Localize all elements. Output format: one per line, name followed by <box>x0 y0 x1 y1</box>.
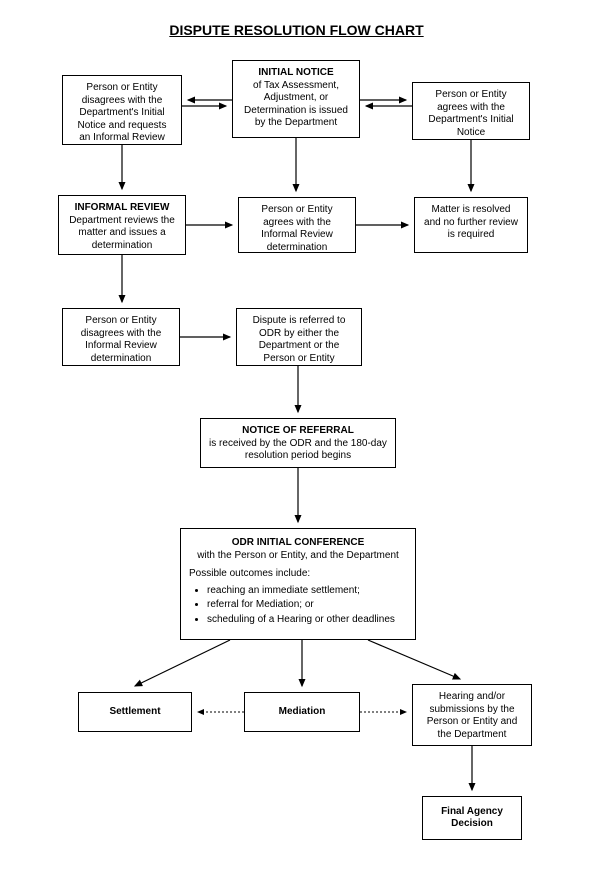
box-disagree-initial: Person or Entity disagrees with the Depa… <box>62 75 182 145</box>
box-hearing: Hearing and/or submissions by the Person… <box>412 684 532 746</box>
box-initial-notice: INITIAL NOTICE of Tax Assessment, Adjust… <box>232 60 360 138</box>
chart-title: DISPUTE RESOLUTION FLOW CHART <box>0 22 593 38</box>
odr-conf-bullets: reaching an immediate settlement;referra… <box>189 585 407 627</box>
box-odr-initial-conference: ODR INITIAL CONFERENCE with the Person o… <box>180 528 416 640</box>
box-mediation: Mediation <box>244 692 360 732</box>
odr-conf-bullet: referral for Mediation; or <box>207 599 407 612</box>
box-agree-initial: Person or Entity agrees with the Departm… <box>412 82 530 140</box>
box-agree-informal: Person or Entity agrees with the Informa… <box>238 197 356 253</box>
box-disagree-informal: Person or Entity disagrees with the Info… <box>62 308 180 366</box>
box-notice-referral: NOTICE OF REFERRAL is received by the OD… <box>200 418 396 468</box>
box-final-agency-decision: Final Agency Decision <box>422 796 522 840</box>
box-settlement: Settlement <box>78 692 192 732</box>
odr-conf-bullet: scheduling of a Hearing or other deadlin… <box>207 614 407 627</box>
box-resolved: Matter is resolved and no further review… <box>414 197 528 253</box>
flowchart-page: DISPUTE RESOLUTION FLOW CHART INITIAL NO… <box>0 0 593 888</box>
odr-conf-bullet: reaching an immediate settlement; <box>207 585 407 598</box>
box-informal-review: INFORMAL REVIEW Department reviews the m… <box>58 195 186 255</box>
box-referred-odr: Dispute is referred to ODR by either the… <box>236 308 362 366</box>
